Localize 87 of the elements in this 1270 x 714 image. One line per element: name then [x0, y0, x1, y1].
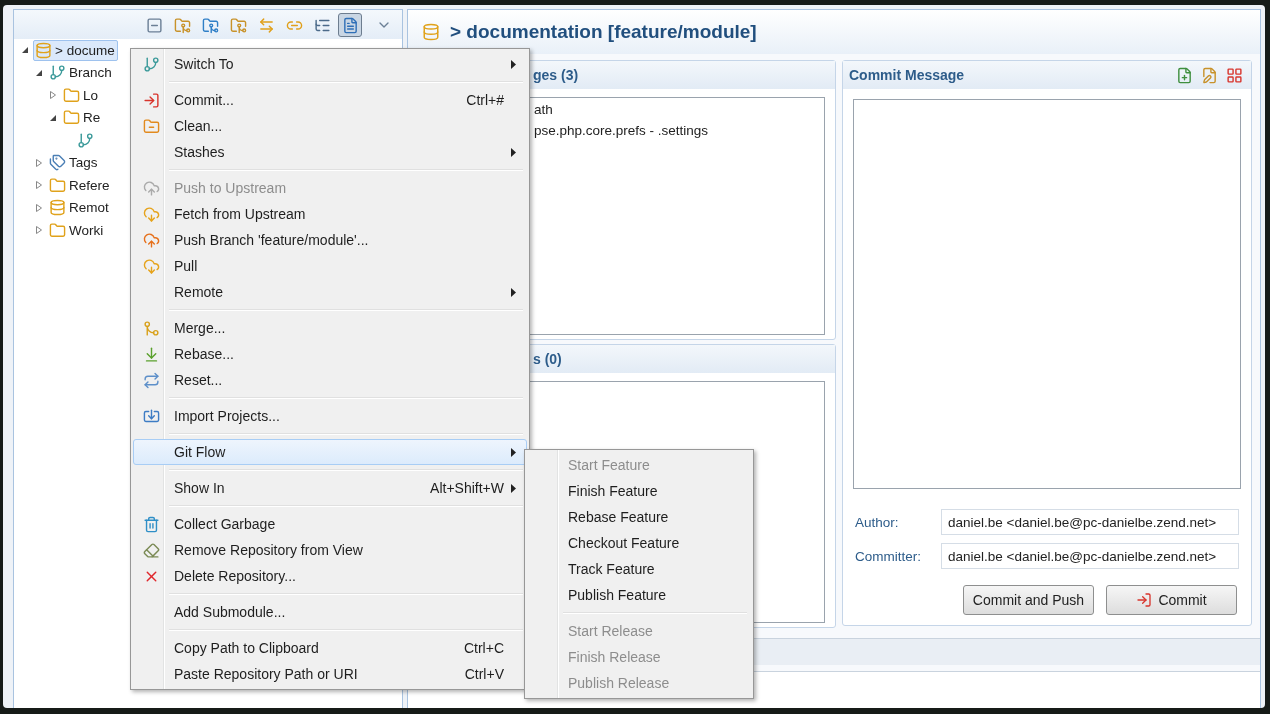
- branches-icon: [49, 64, 66, 82]
- menu-item[interactable]: Clean...: [133, 113, 527, 139]
- menu-item[interactable]: Rebase...: [133, 341, 527, 367]
- section-title: ges (3): [533, 67, 579, 83]
- arrows-icon: [257, 16, 275, 34]
- toolbar-button[interactable]: [338, 13, 362, 37]
- section-title: Commit Message: [849, 67, 965, 83]
- menu-item[interactable]: Rebase Feature: [527, 504, 751, 530]
- collapse-icon: [145, 16, 163, 34]
- menu-item[interactable]: Publish Feature: [527, 582, 751, 608]
- branch-icon: [142, 55, 160, 73]
- repository-icon: [422, 23, 440, 41]
- menu-item[interactable]: Track Feature: [527, 556, 751, 582]
- expanded-arrow-icon[interactable]: [21, 46, 29, 55]
- repository-icon: [35, 41, 52, 59]
- cloud-upload-icon: [142, 179, 160, 197]
- tree-item[interactable]: Worki: [47, 219, 107, 241]
- arrows-icon: [142, 371, 160, 389]
- git-folder-icon: [173, 16, 191, 34]
- menu-item[interactable]: Copy Path to Clipboard Ctrl+C: [133, 635, 527, 661]
- expanded-arrow-icon[interactable]: [49, 113, 57, 122]
- tree-item[interactable]: Re: [61, 107, 104, 129]
- import-icon: [142, 407, 160, 425]
- menu-item[interactable]: Pull: [133, 253, 527, 279]
- menu-item[interactable]: Reset...: [133, 367, 527, 393]
- menu-item[interactable]: Push Branch 'feature/module'...: [133, 227, 527, 253]
- expanded-arrow-icon[interactable]: [35, 68, 43, 77]
- remote-icon: [49, 199, 66, 217]
- cloud-upload-icon: [142, 231, 160, 249]
- grid-icon[interactable]: [1226, 66, 1243, 84]
- git-folder-icon: [229, 16, 247, 34]
- collapsed-arrow-icon[interactable]: [35, 158, 43, 167]
- menu-item[interactable]: Import Projects...: [133, 403, 527, 429]
- cloud-download-icon: [142, 205, 160, 223]
- menu-item[interactable]: Collect Garbage: [133, 511, 527, 537]
- document-icon: [341, 16, 359, 34]
- menu-item[interactable]: Commit... Ctrl+#: [133, 87, 527, 113]
- menu-item[interactable]: Git Flow: [133, 439, 527, 465]
- menu-item[interactable]: Delete Repository...: [133, 563, 527, 589]
- menu-item[interactable]: Merge...: [133, 315, 527, 341]
- cloud-download-icon: [142, 257, 160, 275]
- collapsed-arrow-icon[interactable]: [35, 226, 43, 235]
- collapsed-arrow-icon[interactable]: [35, 203, 43, 212]
- field-label: Committer:: [855, 548, 922, 564]
- menu-item[interactable]: Stashes: [133, 139, 527, 165]
- field-label: Author:: [855, 514, 900, 530]
- folder-icon: [63, 86, 80, 104]
- folder-icon: [142, 117, 160, 135]
- folder-icon: [49, 221, 66, 239]
- add-file-icon[interactable]: [1176, 66, 1193, 84]
- commit-button[interactable]: Commit: [1106, 585, 1237, 615]
- menu-item[interactable]: Remove Repository from View: [133, 537, 527, 563]
- menu-item[interactable]: Remote: [133, 279, 527, 305]
- menu-item[interactable]: Checkout Feature: [527, 530, 751, 556]
- tree-item[interactable]: Tags: [47, 152, 101, 174]
- eraser-icon: [142, 541, 160, 559]
- menu-item[interactable]: Add Submodule...: [133, 599, 527, 625]
- merge-icon: [142, 319, 160, 337]
- tree-item[interactable]: > docume: [33, 39, 118, 61]
- tree-item[interactable]: Branch: [47, 62, 115, 84]
- commit-arrow-icon: [142, 91, 160, 109]
- commit-message-field[interactable]: [853, 99, 1241, 489]
- menu-item[interactable]: Finish Feature: [527, 478, 751, 504]
- commit-button[interactable]: Commit and Push: [963, 585, 1094, 615]
- file-item[interactable]: pse.php.core.prefs - .settings: [534, 123, 824, 138]
- view-title: > documentation [feature/module]: [450, 21, 757, 43]
- menu-item[interactable]: Paste Repository Path or URI Ctrl+V: [133, 661, 527, 687]
- tree-item[interactable]: Lo: [61, 84, 102, 106]
- menu-item[interactable]: Show In Alt+Shift+W: [133, 475, 527, 501]
- collapsed-arrow-icon[interactable]: [35, 181, 43, 190]
- tree-item[interactable]: Remot: [47, 197, 112, 219]
- collapsed-arrow-icon[interactable]: [49, 91, 57, 100]
- commit-arrow-icon: [1136, 592, 1153, 608]
- menu-item[interactable]: Fetch from Upstream: [133, 201, 527, 227]
- folder-icon: [49, 176, 66, 194]
- folder-icon: [63, 109, 80, 127]
- tags-icon: [49, 154, 66, 172]
- menu-item[interactable]: Switch To: [133, 51, 527, 77]
- committer-field[interactable]: daniel.be <daniel.be@pc-danielbe.zend.net>: [941, 543, 1239, 569]
- tree-item[interactable]: Refere: [47, 174, 113, 196]
- git-folder-icon: [201, 16, 219, 34]
- author-field[interactable]: daniel.be <daniel.be@pc-danielbe.zend.net>: [941, 509, 1239, 535]
- branch-icon: [77, 131, 94, 149]
- trash-icon: [142, 515, 160, 533]
- section-title: s (0): [533, 351, 562, 367]
- file-item[interactable]: ath: [534, 102, 824, 117]
- edit-file-icon[interactable]: [1201, 66, 1218, 84]
